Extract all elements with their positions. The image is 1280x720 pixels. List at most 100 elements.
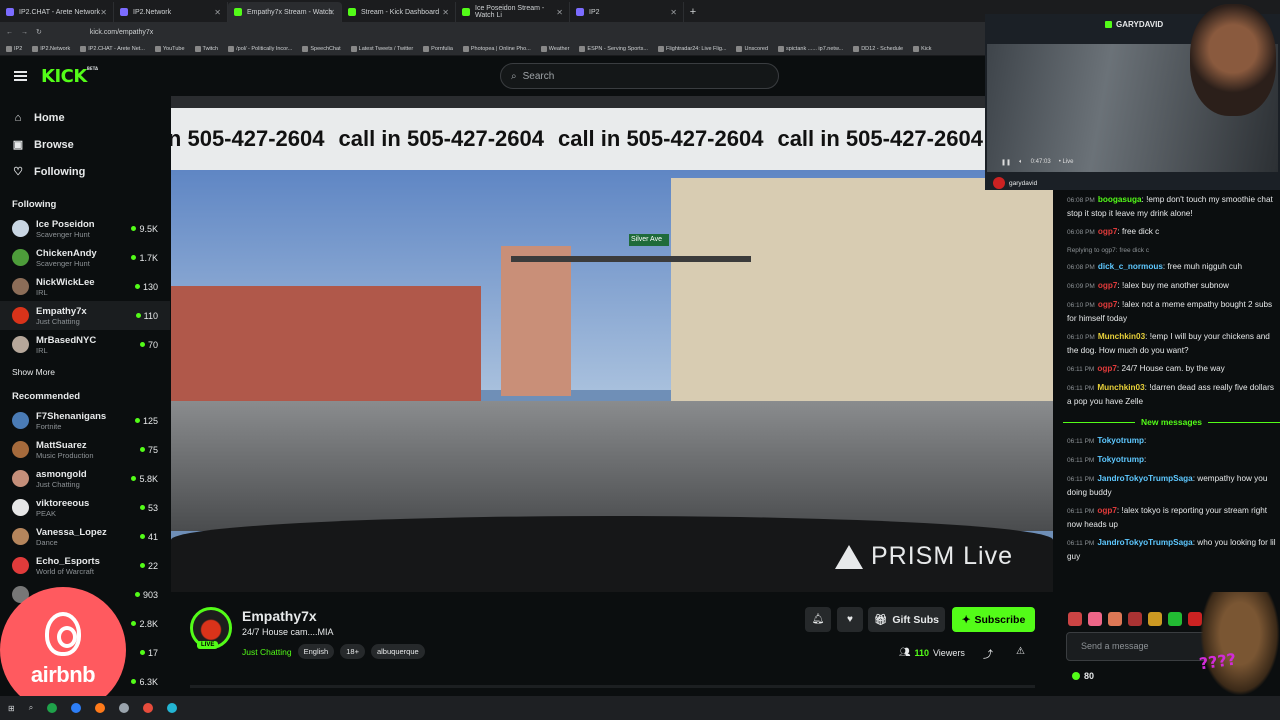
sidebar-channel[interactable]: MrBasedNYC IRL 70 [0,330,170,359]
tab-close-icon[interactable]: ✕ [556,8,563,17]
tab-close-icon[interactable]: ✕ [100,8,107,17]
volume-icon[interactable]: 🔈︎ [1019,159,1023,166]
bookmark-item[interactable]: SpeechChat [302,45,341,52]
sidebar-nav-following[interactable]: ♡ Following [12,158,158,185]
message-username[interactable]: boogasuga [1098,195,1142,204]
browser-tab[interactable]: Ice Poseidon Stream - Watch LiPICTURE-IN… [456,2,1280,42]
app-icon[interactable] [71,703,82,713]
sidebar-channel[interactable]: asmongold Just Chatting 5.8K [0,464,170,493]
subscribe-button[interactable]: ✦ Subscribe [952,607,1035,632]
forward-icon[interactable]: → [21,29,28,36]
sidebar-channel[interactable]: Echo_Esports World of Warcraft 22 [0,551,170,580]
message-username[interactable]: Tokyotrump [1097,455,1144,464]
tab-close-icon[interactable]: ✕ [442,8,449,17]
channel-points[interactable]: 80 [1072,671,1094,681]
emote-icon[interactable] [1088,612,1102,626]
start-icon[interactable]: ⊞ [8,704,15,713]
bookmark-item[interactable]: /pol/ - Politically Incor... [228,45,292,52]
message-username[interactable]: ogp7 [1098,300,1118,309]
emote-icon[interactable] [1108,612,1122,626]
bookmark-item[interactable]: YouTube [154,45,185,52]
live-dot-icon [131,679,137,684]
url-field[interactable]: kick.com/empathy7x [90,29,153,36]
sidebar-nav-browse[interactable]: ▣ Browse [12,131,158,158]
menu-icon[interactable] [14,71,27,81]
tag-chip[interactable]: albuquerque [370,644,425,659]
message-username[interactable]: ogp7 [1097,506,1117,515]
message-username[interactable]: Munchkin03 [1098,332,1145,341]
sidebar-channel[interactable]: viktoreeous PEAK 53 [0,493,170,522]
message-username[interactable]: JandroTokyoTrumpSaga [1097,538,1192,547]
emote-icon[interactable] [1148,612,1162,626]
follow-button[interactable]: ♥ [837,607,863,632]
tab-close-icon[interactable]: ✕ [328,8,335,17]
sidebar-channel[interactable]: Vanessa_Lopez Dance 41 [0,522,170,551]
bookmark-item[interactable]: spictank ...... ip7.netw... [778,45,843,52]
kick-logo[interactable]: KICKBETA [41,66,98,87]
app-icon[interactable] [167,703,178,713]
streamer-name[interactable]: Empathy7x [242,608,317,624]
emote-icon[interactable] [1168,612,1182,626]
bookmark-item[interactable]: Twitch [194,45,218,52]
tab-close-icon[interactable]: ✕ [214,8,221,17]
bookmark-item[interactable]: DD12 - Schedule [853,45,903,52]
bookmark-item[interactable]: Kick [913,45,931,52]
browser-tab[interactable]: Empathy7x Stream - Watch ✕ [228,2,342,22]
search-icon[interactable]: ⌕ [29,703,33,713]
sidebar-channel[interactable]: Empathy7x Just Chatting 110 [0,301,170,330]
app-icon[interactable] [143,703,154,713]
chat-message: 06:11 PM Tokyotrump: [1067,436,1147,445]
browser-tab[interactable]: IP2 ✕ [570,2,684,22]
pause-icon[interactable]: ❚❚ [1001,159,1011,166]
sidebar-channel[interactable]: ChickenAndy Scavenger Hunt 1.7K [0,243,170,272]
sidebar-channel[interactable]: F7Shenanigans Fortnite 125 [0,406,170,435]
bookmark-item[interactable]: IP2.CHAT - Arete Net... [80,45,145,52]
browser-tab[interactable]: IP2.Network ✕ [114,2,228,22]
app-icon[interactable] [47,703,58,713]
bookmark-item[interactable]: Pornfulia [423,45,453,52]
bookmark-item[interactable]: Flightradar24: Live Flig... [657,45,726,52]
bookmark-item[interactable]: ESPN - Serving Sports... [579,45,648,52]
tag-chip[interactable]: English [297,644,335,659]
show-more-button[interactable]: Show More [0,367,170,377]
bookmark-item[interactable]: IP2 [6,45,22,52]
channel-name: NickWickLee [36,276,95,288]
bookmark-item[interactable]: Photopea | Online Pho... [462,45,531,52]
bookmark-item[interactable]: Latest Tweets / Twitter [350,45,413,52]
back-icon[interactable]: ← [6,29,13,36]
browser-tab[interactable]: IP2.CHAT - Arete Network ✕ [0,2,114,22]
search-input[interactable]: ⌕ Search [500,63,779,89]
browser-tab[interactable]: Stream - Kick Dashboard ✕ [342,2,456,22]
report-icon[interactable]: ⚠ [1016,646,1025,657]
stream-category[interactable]: Just Chatting [242,647,292,657]
notification-bell-button[interactable]: 🔔︎ [805,607,831,632]
bookmark-item[interactable]: Weather [540,45,569,52]
message-username[interactable]: Munchkin03 [1097,383,1144,392]
sidebar-channel[interactable]: Ice Poseidon Scavenger Hunt 9.5K [0,214,170,243]
tab-close-icon[interactable]: ✕ [670,8,677,17]
bookmark-item[interactable]: IP2.Network [32,45,70,52]
new-messages-divider[interactable]: New messages [1063,416,1280,429]
video-player[interactable]: call in 505-427-2604 call in 505-427-2604… [171,96,1053,592]
message-username[interactable]: ogp7 [1098,281,1118,290]
sidebar-nav-home[interactable]: ⌂ Home [12,104,158,131]
bookmark-favicon-icon [913,45,920,52]
steam-icon[interactable] [119,703,130,713]
message-username[interactable]: ogp7 [1098,227,1118,236]
chat-input[interactable]: Send a message [1066,632,1213,661]
bookmark-item[interactable]: Unscored [736,45,768,52]
share-icon[interactable]: ⤴ [983,646,993,661]
message-username[interactable]: Tokyotrump [1097,436,1144,445]
gift-subs-button[interactable]: 🎁︎ Gift Subs [868,607,945,632]
tag-chip[interactable]: 18+ [340,644,365,659]
message-username[interactable]: JandroTokyoTrumpSaga [1097,474,1192,483]
message-username[interactable]: dick_c_normous [1098,262,1163,271]
sidebar-channel[interactable]: MattSuarez Music Production 75 [0,435,170,464]
new-tab-button[interactable]: + [684,2,702,22]
reload-icon[interactable]: ↻ [36,28,42,36]
emote-icon[interactable] [1068,612,1082,626]
app-icon[interactable] [95,703,106,713]
message-username[interactable]: ogp7 [1097,364,1117,373]
sidebar-channel[interactable]: NickWickLee IRL 130 [0,272,170,301]
emote-icon[interactable] [1128,612,1142,626]
